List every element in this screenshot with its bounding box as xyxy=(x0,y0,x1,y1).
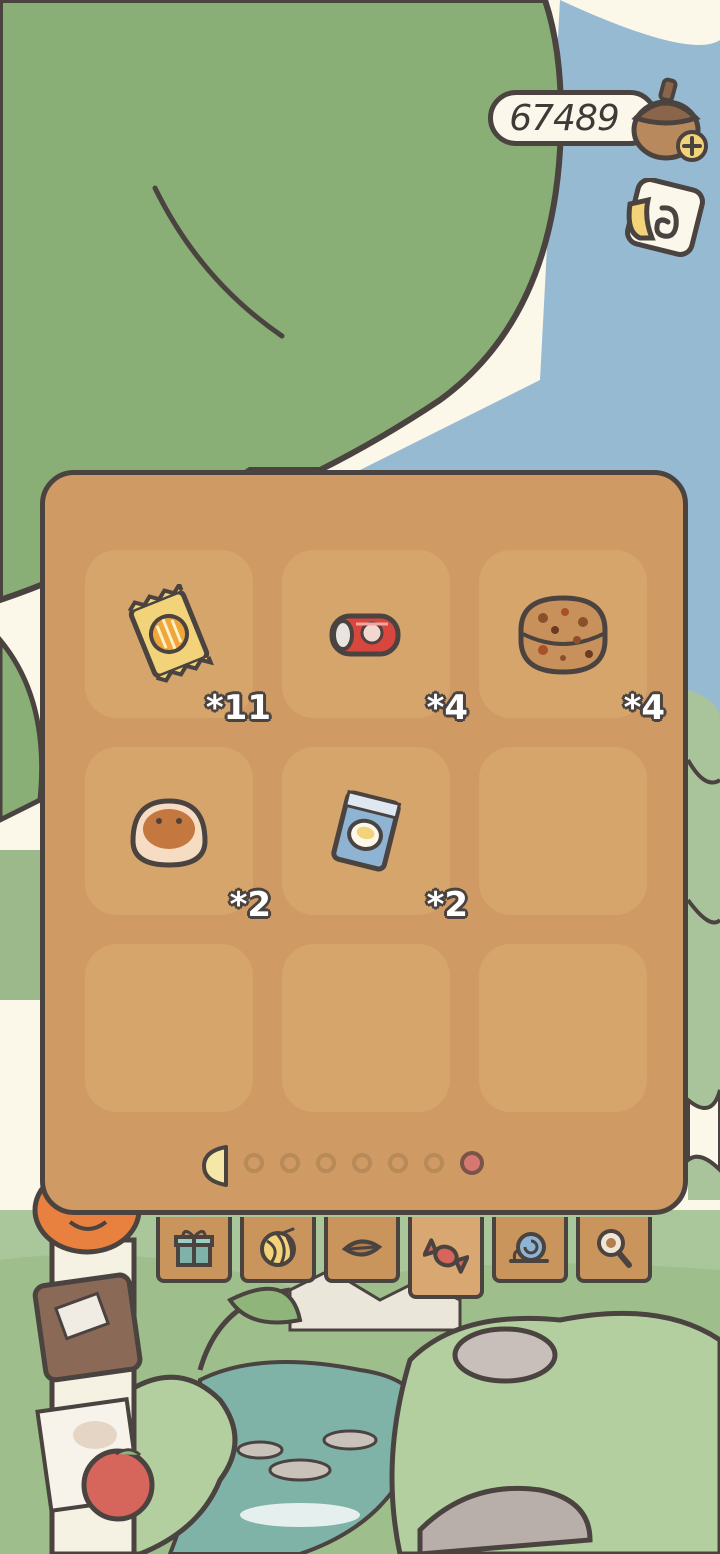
page-indicator xyxy=(200,1143,500,1187)
candy-icon xyxy=(423,1238,469,1274)
inventory-slot-soda-can[interactable]: *4 xyxy=(282,550,468,728)
category-tabs xyxy=(156,1217,656,1307)
slot-count: *11 xyxy=(205,688,271,728)
inventory-slot-empty[interactable] xyxy=(479,747,647,915)
slot-count: *2 xyxy=(229,885,271,925)
inventory-slot-bun[interactable]: *2 xyxy=(85,747,271,925)
page-dot[interactable] xyxy=(424,1153,444,1173)
inventory-slot-empty[interactable] xyxy=(479,944,647,1112)
snack-bag-icon xyxy=(127,584,215,683)
page-dot[interactable] xyxy=(244,1153,264,1173)
gift-icon xyxy=(174,1230,214,1267)
inventory-slot-snack-bag[interactable]: *11 xyxy=(85,550,271,728)
inventory-slot-canned-food[interactable]: *2 xyxy=(282,747,468,925)
previous-page-arrow-icon[interactable] xyxy=(200,1143,230,1189)
inventory-slot-empty[interactable] xyxy=(282,944,450,1112)
tab-yarn[interactable] xyxy=(240,1217,316,1283)
page-dot[interactable] xyxy=(280,1153,300,1173)
cookie-icon xyxy=(518,595,608,675)
bun-icon xyxy=(130,798,208,868)
leaf-icon xyxy=(341,1239,383,1257)
acorn-icon[interactable] xyxy=(626,74,710,166)
page-dot-active[interactable] xyxy=(460,1151,484,1175)
canned-food-icon xyxy=(331,789,402,872)
tab-gift[interactable] xyxy=(156,1217,232,1283)
page-dot[interactable] xyxy=(388,1153,408,1173)
tab-magnifier[interactable] xyxy=(576,1217,652,1283)
tab-snail[interactable] xyxy=(492,1217,568,1283)
inventory-slot-empty[interactable] xyxy=(85,944,253,1112)
slot-count: *4 xyxy=(623,688,665,728)
tab-leaf[interactable] xyxy=(324,1217,400,1283)
tab-candy[interactable] xyxy=(408,1217,484,1299)
scroll-icon[interactable] xyxy=(618,178,708,262)
yarn-ball-icon xyxy=(260,1227,296,1267)
page-dot[interactable] xyxy=(316,1153,336,1173)
snail-icon xyxy=(509,1232,549,1263)
magnifier-icon xyxy=(597,1229,632,1268)
page-dot[interactable] xyxy=(352,1153,372,1173)
slot-count: *2 xyxy=(426,885,468,925)
inventory-slot-cookie[interactable]: *4 xyxy=(479,550,665,728)
currency-amount: 67489 xyxy=(509,97,620,139)
soda-can-icon xyxy=(329,613,401,657)
acorn-currency[interactable]: 67489 xyxy=(488,77,710,166)
inventory-panel: *11 *4 *4 *2 *2 xyxy=(40,470,688,1215)
slot-count: *4 xyxy=(426,688,468,728)
